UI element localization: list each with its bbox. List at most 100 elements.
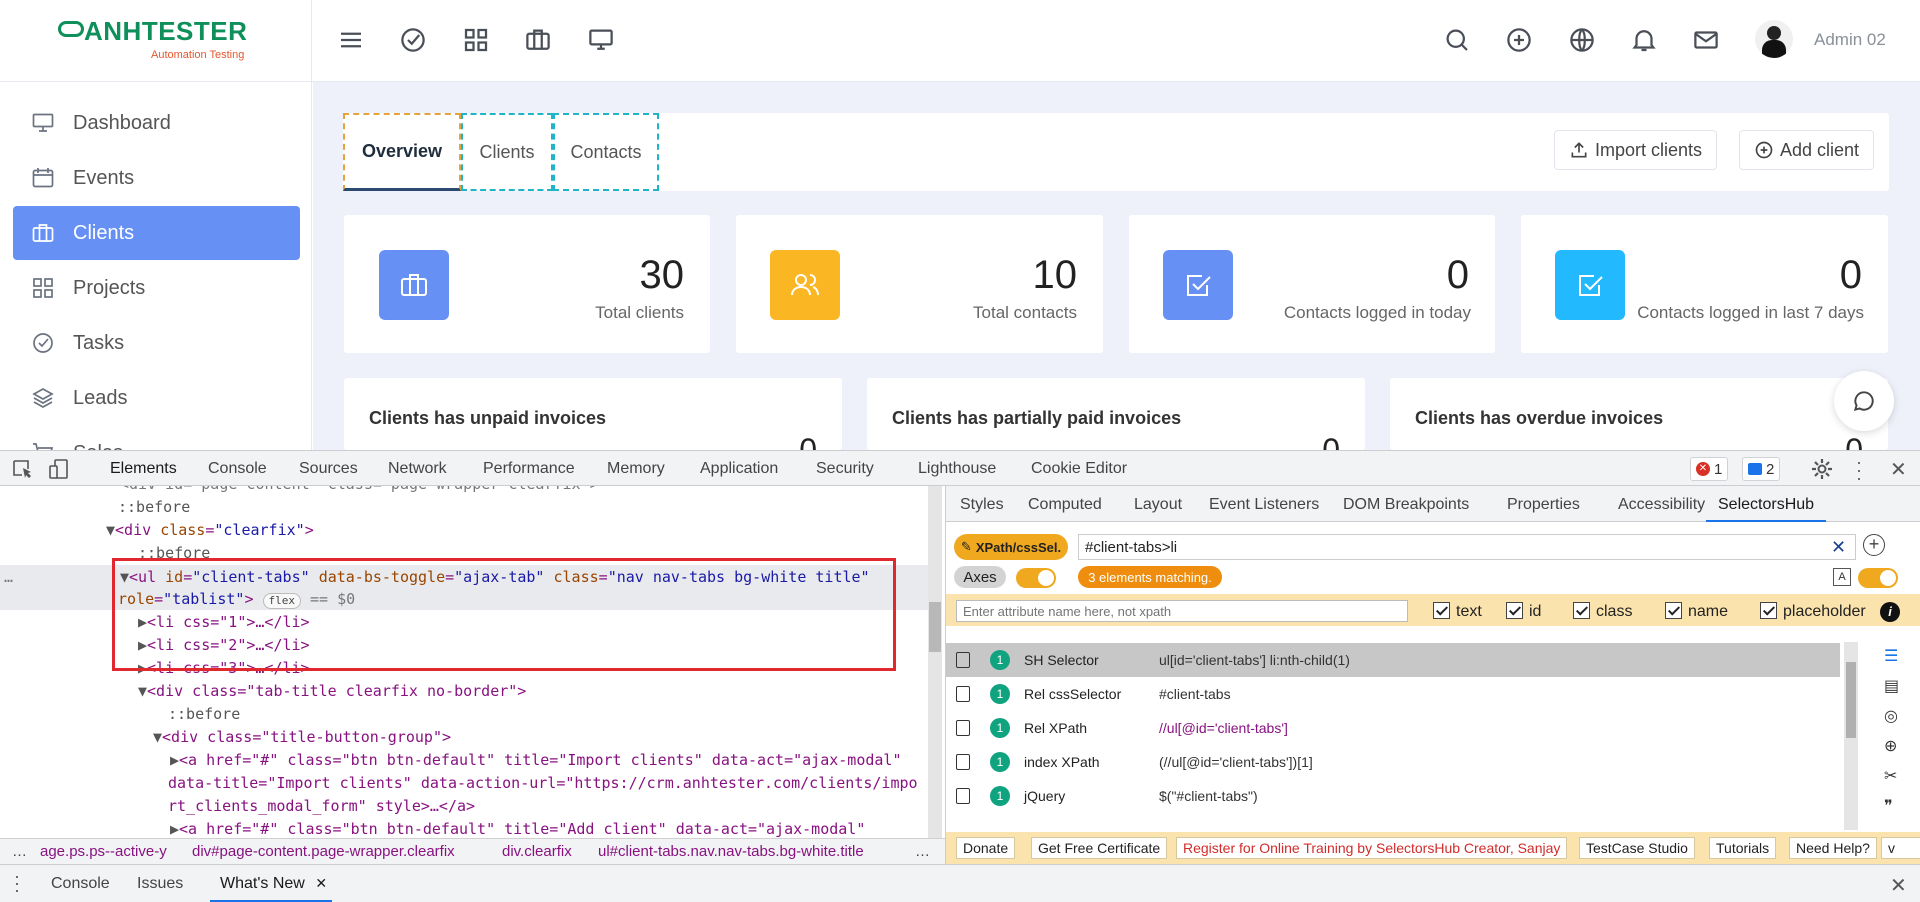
menu-icon[interactable] <box>336 25 366 55</box>
need-help-link[interactable]: Need Help? <box>1789 837 1877 859</box>
sidebar-item-sales[interactable]: Sales <box>13 426 300 450</box>
sidebar-item-leads[interactable]: Leads <box>13 371 300 425</box>
breadcrumb-item[interactable]: div.clearfix <box>502 843 572 860</box>
dom-line-a-import[interactable]: ▶<a href="#" class="btn btn-default" tit… <box>170 749 902 772</box>
plus-circle-icon[interactable] <box>1504 25 1534 55</box>
tab-overview[interactable]: Overview <box>343 113 461 191</box>
gear-icon[interactable] <box>1810 457 1834 481</box>
logo[interactable]: ANHTESTER Automation Testing <box>58 16 268 66</box>
checkbox-text[interactable]: text <box>1433 602 1482 621</box>
breadcrumb-item[interactable]: age.ps.ps--active-y <box>40 843 167 860</box>
breadcrumb-ellipsis[interactable]: … <box>915 843 930 860</box>
check-circle-icon[interactable] <box>398 25 428 55</box>
side-tab-event-listeners[interactable]: Event Listeners <box>1209 496 1319 514</box>
error-badge[interactable]: ✕ 1 <box>1690 457 1729 481</box>
settings-sliders-icon[interactable]: ☰ <box>1884 646 1898 666</box>
scissors-icon[interactable]: ✂ <box>1884 766 1897 786</box>
dom-line-clearfix[interactable]: ▼<div class="clearfix"> <box>106 519 314 542</box>
dom-line-a-import-2[interactable]: data-title="Import clients" data-action-… <box>168 772 918 795</box>
dom-line-btngroup[interactable]: ▼<div class="title-button-group"> <box>153 726 451 749</box>
tab-clients[interactable]: Clients <box>461 113 553 191</box>
mail-icon[interactable] <box>1691 25 1721 55</box>
briefcase-icon[interactable] <box>523 25 553 55</box>
stat-card-total-clients[interactable]: 30 Total clients <box>344 215 710 353</box>
drawer-tab-console[interactable]: Console <box>51 875 110 893</box>
bell-icon[interactable] <box>1629 25 1659 55</box>
devtools-tab-console[interactable]: Console <box>208 460 267 478</box>
devtools-tab-cookie-editor[interactable]: Cookie Editor <box>1031 460 1127 478</box>
drawer-menu-icon[interactable]: · · · <box>14 867 20 899</box>
close-drawer-icon[interactable]: ✕ <box>1890 873 1907 898</box>
side-tab-accessibility[interactable]: Accessibility <box>1618 496 1705 514</box>
dom-line-a-add[interactable]: ▶<a href="#" class="btn btn-default" tit… <box>170 818 865 838</box>
devtools-tab-lighthouse[interactable]: Lighthouse <box>918 460 996 478</box>
devtools-tab-security[interactable]: Security <box>816 460 874 478</box>
attribute-name-input[interactable] <box>956 600 1408 622</box>
xpath-mode-toggle[interactable]: ✎ XPath/cssSel. <box>954 534 1068 560</box>
training-link[interactable]: Register for Online Training by Selector… <box>1176 837 1568 859</box>
checkbox-id[interactable]: id <box>1506 602 1541 621</box>
copy-icon[interactable] <box>956 652 970 668</box>
stat-card-contacts-today[interactable]: 0 Contacts logged in today <box>1129 215 1495 353</box>
checkbox-class[interactable]: class <box>1573 602 1632 621</box>
selector-row[interactable]: 1 jQuery $("#client-tabs") <box>946 779 1776 813</box>
dom-line[interactable]: <div id="page-content" class="page-wrapp… <box>120 486 599 496</box>
message-badge[interactable]: 2 <box>1742 457 1781 481</box>
copy-icon[interactable] <box>956 720 970 736</box>
sidebar-item-clients[interactable]: Clients <box>13 206 300 260</box>
side-tab-properties[interactable]: Properties <box>1507 496 1580 514</box>
target-icon[interactable]: ◎ <box>1884 706 1898 726</box>
avatar[interactable] <box>1755 20 1793 58</box>
donate-link[interactable]: Donate <box>956 837 1016 859</box>
selector-row[interactable]: 1 SH Selector ul[id='client-tabs'] li:nt… <box>946 643 1840 677</box>
quote-icon[interactable]: ❞ <box>1884 796 1893 816</box>
checkbox-name[interactable]: name <box>1665 602 1728 621</box>
stat-card-total-contacts[interactable]: 10 Total contacts <box>736 215 1103 353</box>
devtools-tab-performance[interactable]: Performance <box>483 460 575 478</box>
devtools-tab-sources[interactable]: Sources <box>299 460 358 478</box>
kebab-menu-icon[interactable]: · · · <box>1856 453 1862 487</box>
case-sensitivity-icon[interactable]: A <box>1833 568 1851 586</box>
devtools-tab-network[interactable]: Network <box>388 460 447 478</box>
dom-pseudo[interactable]: ::before <box>118 496 190 519</box>
side-tab-selectorshub[interactable]: SelectorsHub <box>1718 496 1814 514</box>
tutorials-link[interactable]: Tutorials <box>1709 837 1777 859</box>
stat-card-contacts-7days[interactable]: 0 Contacts logged in last 7 days <box>1521 215 1888 353</box>
device-toggle-icon[interactable] <box>48 458 70 480</box>
close-devtools-icon[interactable]: ✕ <box>1890 457 1907 482</box>
axes-toggle[interactable] <box>1016 568 1056 588</box>
breadcrumb-ellipsis[interactable]: … <box>12 843 27 860</box>
side-tab-styles[interactable]: Styles <box>960 496 1004 514</box>
axes-button[interactable]: Axes <box>954 566 1006 588</box>
sidebar-item-events[interactable]: Events <box>13 151 300 205</box>
copy-icon[interactable] <box>956 686 970 702</box>
clear-icon[interactable]: ✕ <box>1831 537 1846 558</box>
breadcrumb-item[interactable]: div#page-content.page-wrapper.clearfix <box>192 843 455 860</box>
copy-icon[interactable] <box>956 754 970 770</box>
grid-icon[interactable] <box>461 25 491 55</box>
tab-contacts[interactable]: Contacts <box>553 113 659 191</box>
import-clients-button[interactable]: Import clients <box>1554 130 1718 170</box>
checkbox-placeholder[interactable]: placeholder <box>1760 602 1866 621</box>
plus-circle-icon[interactable]: + <box>1863 534 1885 556</box>
selector-input[interactable]: #client-tabs>li ✕ <box>1078 534 1856 560</box>
document-icon[interactable]: ▤ <box>1884 676 1899 696</box>
dom-ellipsis[interactable]: … <box>4 566 13 589</box>
devtools-tab-memory[interactable]: Memory <box>607 460 665 478</box>
sidebar-item-projects[interactable]: Projects <box>13 261 300 315</box>
drawer-tab-issues[interactable]: Issues <box>137 875 183 893</box>
inspect-icon[interactable] <box>12 459 34 479</box>
testcase-studio-link[interactable]: TestCase Studio <box>1579 837 1695 859</box>
selector-row[interactable]: 1 Rel XPath //ul[@id='client-tabs'] <box>946 711 1776 745</box>
certificate-link[interactable]: Get Free Certificate <box>1031 837 1168 859</box>
user-name[interactable]: Admin 02 <box>1814 30 1886 50</box>
sidebar-item-tasks[interactable]: Tasks <box>13 316 300 370</box>
drawer-tab-whats-new[interactable]: What's New ✕ <box>220 875 327 893</box>
selector-row[interactable]: 1 index XPath (//ul[@id='client-tabs'])[… <box>946 745 1776 779</box>
add-client-button[interactable]: Add client <box>1739 130 1875 170</box>
copy-icon[interactable] <box>956 788 970 804</box>
side-tab-computed[interactable]: Computed <box>1028 496 1102 514</box>
chat-button[interactable] <box>1834 371 1894 431</box>
info-icon[interactable]: i <box>1880 602 1900 622</box>
side-tab-dom-breakpoints[interactable]: DOM Breakpoints <box>1343 496 1469 514</box>
